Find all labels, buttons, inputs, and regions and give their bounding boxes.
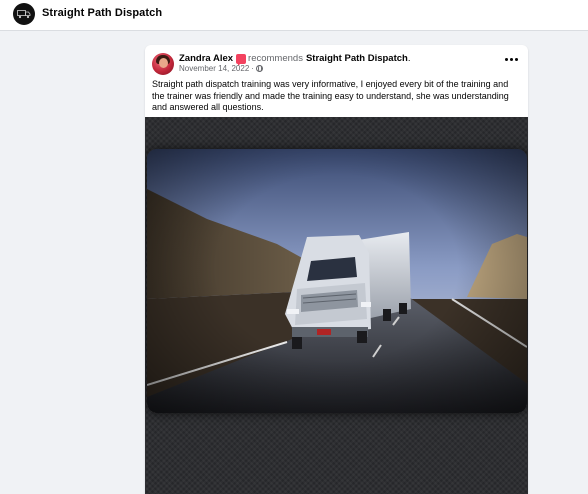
more-options-icon [504,57,508,61]
post-date[interactable]: November 14, 2022 [179,64,249,73]
page-title[interactable]: Straight Path Dispatch [42,7,162,19]
truck-photo[interactable] [147,149,527,413]
author-avatar[interactable] [152,53,174,75]
author-name[interactable]: Zandra Alex [179,53,233,64]
more-options-button[interactable] [500,51,522,67]
post-header-line: Zandra Alex recommends Straight Path Dis… [179,53,411,66]
more-options-icon [514,57,518,61]
page-header: Straight Path Dispatch [0,0,588,30]
meta-separator: · [251,64,254,73]
photo-vignette [147,149,527,413]
page-logo[interactable] [13,3,35,25]
avatar-face [159,58,168,68]
recommend-flag-icon [236,53,247,66]
globe-icon[interactable] [255,65,263,72]
more-options-icon [509,57,513,61]
post-text: Straight path dispatch training was very… [152,79,509,113]
recommend-suffix: . [407,53,411,64]
post-media[interactable] [145,117,528,494]
recommended-page-link[interactable]: Straight Path Dispatch [306,53,408,64]
truck-logo-icon [17,10,31,19]
post-meta: November 14, 2022 · [179,64,263,73]
post-card: Zandra Alex recommends Straight Path Dis… [145,45,528,494]
recommend-verb: recommends [248,53,303,64]
header-divider [0,30,588,31]
